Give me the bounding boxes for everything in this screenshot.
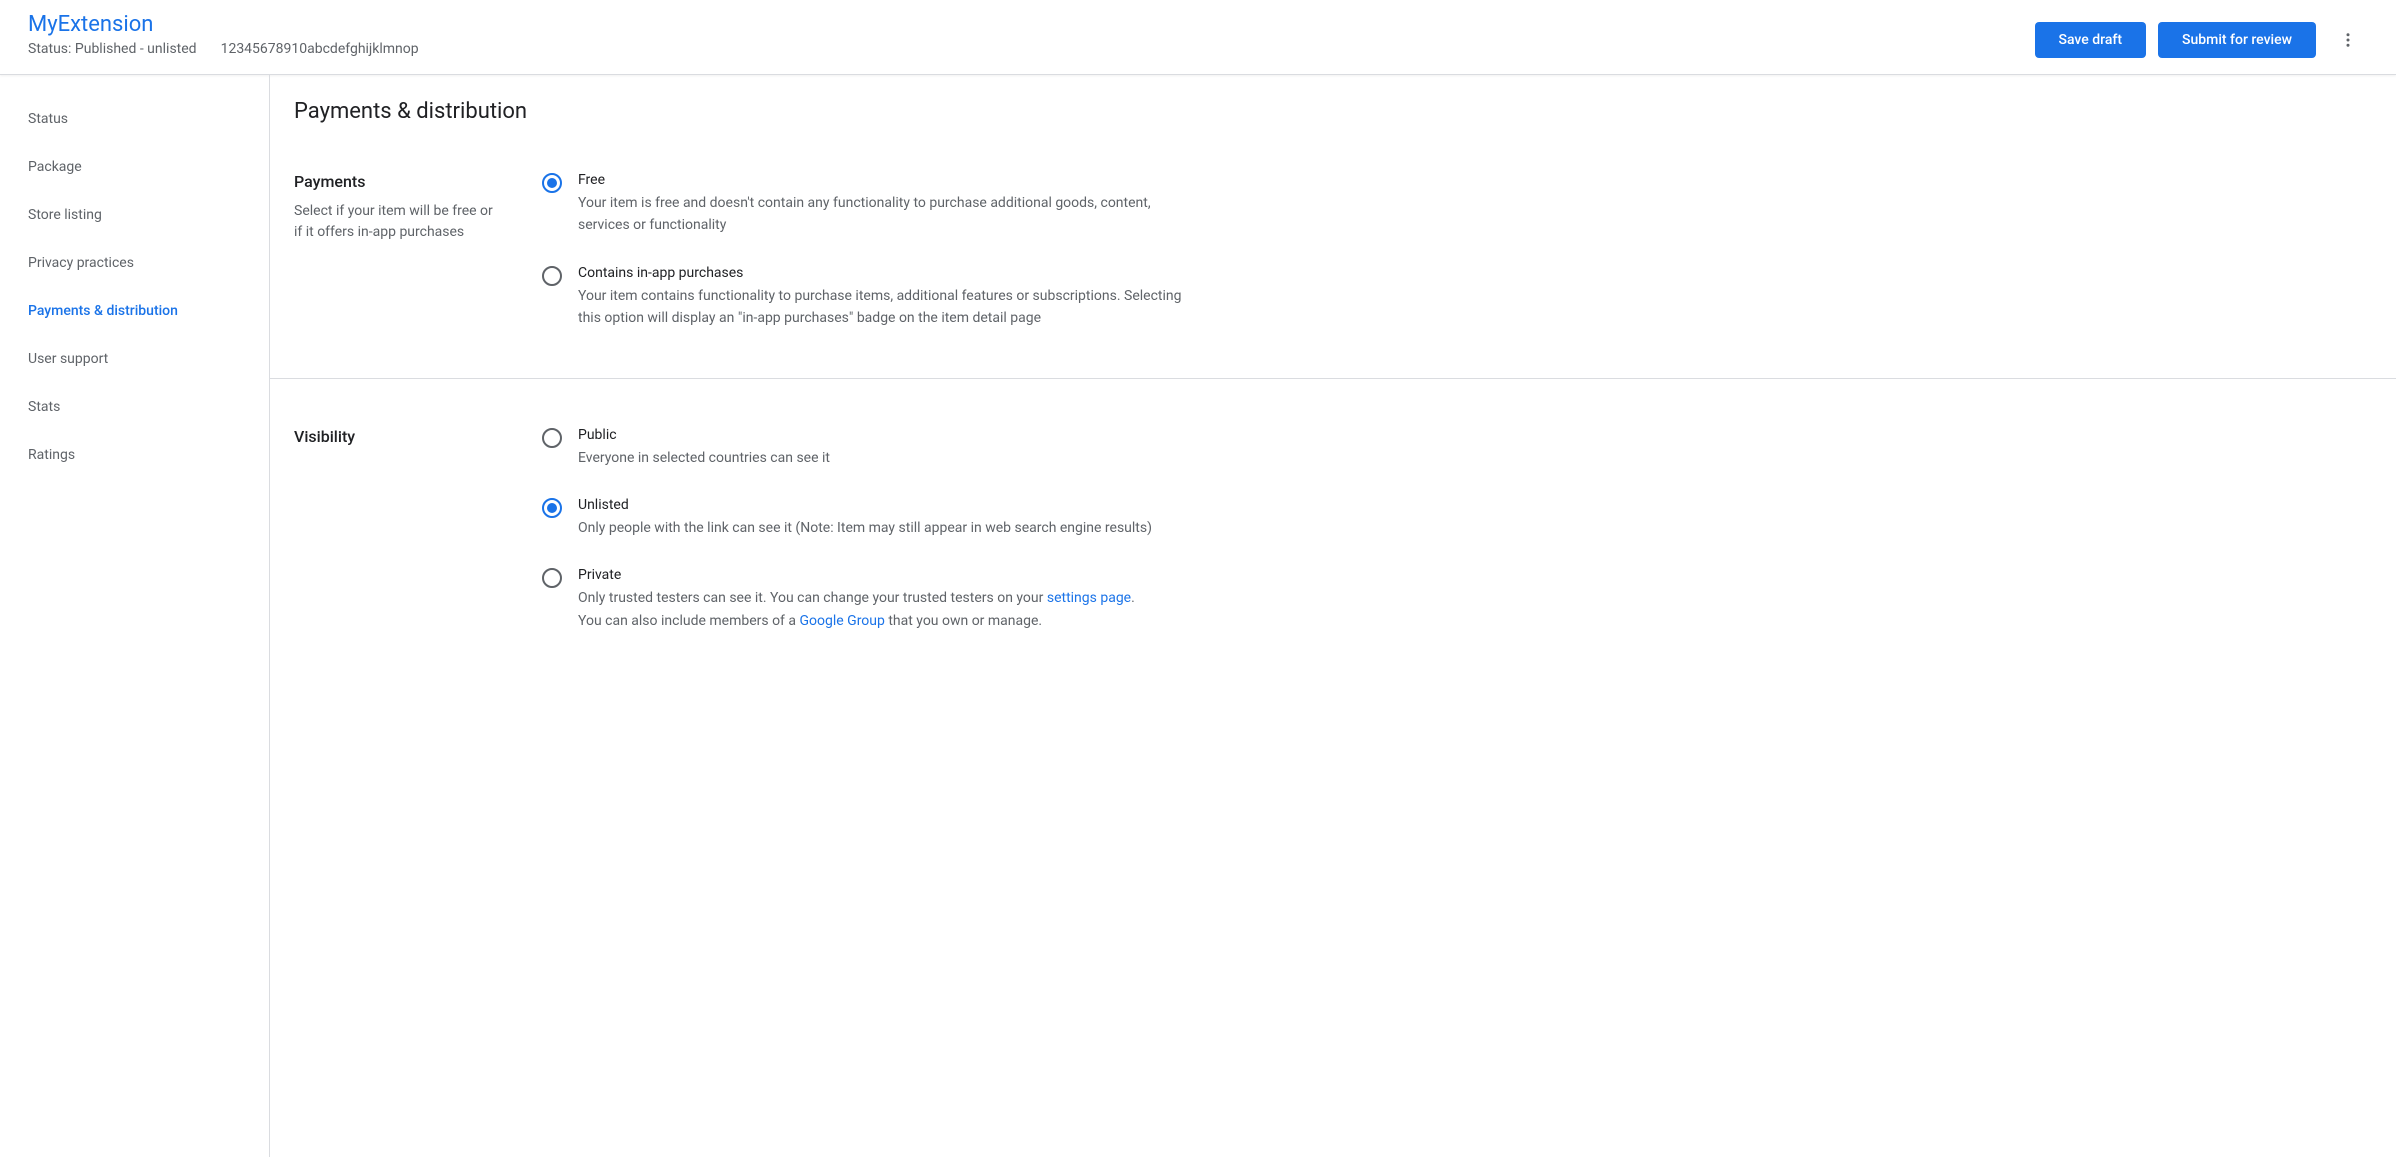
radio-iap[interactable] bbox=[542, 266, 562, 286]
more-vert-icon bbox=[2339, 31, 2357, 49]
payments-heading: Payments bbox=[294, 172, 494, 191]
option-free-title: Free bbox=[578, 172, 1182, 188]
option-free-desc: Your item is free and doesn't contain an… bbox=[578, 192, 1182, 237]
option-iap-title: Contains in-app purchases bbox=[578, 265, 1182, 281]
sidebar-item-stats[interactable]: Stats bbox=[0, 383, 269, 431]
visibility-option-unlisted[interactable]: Unlisted Only people with the link can s… bbox=[542, 497, 1182, 539]
visibility-option-public[interactable]: Public Everyone in selected countries ca… bbox=[542, 427, 1182, 469]
payment-option-free[interactable]: Free Your item is free and doesn't conta… bbox=[542, 172, 1182, 237]
more-menu-button[interactable] bbox=[2328, 20, 2368, 60]
option-iap-desc: Your item contains functionality to purc… bbox=[578, 285, 1182, 330]
radio-public[interactable] bbox=[542, 428, 562, 448]
main-content: Payments & distribution Payments Select … bbox=[270, 75, 2396, 1157]
payments-subheading: Select if your item will be free or if i… bbox=[294, 201, 494, 243]
settings-page-link[interactable]: settings page bbox=[1047, 590, 1131, 606]
item-id: 12345678910abcdefghijklmnop bbox=[221, 41, 419, 57]
option-free-text: Free Your item is free and doesn't conta… bbox=[578, 172, 1182, 237]
option-private-text: Private Only trusted testers can see it.… bbox=[578, 567, 1182, 632]
option-public-desc: Everyone in selected countries can see i… bbox=[578, 447, 1182, 469]
header-actions: Save draft Submit for review bbox=[2035, 20, 2368, 60]
sidebar-item-package[interactable]: Package bbox=[0, 143, 269, 191]
option-public-title: Public bbox=[578, 427, 1182, 443]
header-meta: Status: Published - unlisted 12345678910… bbox=[28, 41, 419, 57]
private-desc-mid: . bbox=[1131, 590, 1135, 606]
option-private-desc: Only trusted testers can see it. You can… bbox=[578, 587, 1182, 632]
private-desc-prefix: Only trusted testers can see it. You can… bbox=[578, 590, 1047, 606]
visibility-label-column: Visibility bbox=[294, 427, 494, 633]
sidebar-item-status[interactable]: Status bbox=[0, 95, 269, 143]
option-unlisted-desc: Only people with the link can see it (No… bbox=[578, 517, 1182, 539]
radio-free[interactable] bbox=[542, 173, 562, 193]
header-bar: MyExtension Status: Published - unlisted… bbox=[0, 0, 2396, 75]
payments-section: Payments Select if your item will be fre… bbox=[270, 124, 2396, 379]
save-draft-button[interactable]: Save draft bbox=[2035, 22, 2147, 58]
sidebar-item-ratings[interactable]: Ratings bbox=[0, 431, 269, 479]
sidebar-item-payments-distribution[interactable]: Payments & distribution bbox=[0, 287, 269, 335]
payments-label-column: Payments Select if your item will be fre… bbox=[294, 172, 494, 330]
sidebar: Status Package Store listing Privacy pra… bbox=[0, 75, 270, 1157]
private-desc-second: You can also include members of a bbox=[578, 613, 799, 629]
visibility-option-private[interactable]: Private Only trusted testers can see it.… bbox=[542, 567, 1182, 632]
radio-private[interactable] bbox=[542, 568, 562, 588]
visibility-options: Public Everyone in selected countries ca… bbox=[542, 427, 1182, 633]
submit-review-button[interactable]: Submit for review bbox=[2158, 22, 2316, 58]
option-unlisted-text: Unlisted Only people with the link can s… bbox=[578, 497, 1182, 539]
sidebar-item-store-listing[interactable]: Store listing bbox=[0, 191, 269, 239]
option-unlisted-title: Unlisted bbox=[578, 497, 1182, 513]
layout: Status Package Store listing Privacy pra… bbox=[0, 75, 2396, 1157]
option-iap-text: Contains in-app purchases Your item cont… bbox=[578, 265, 1182, 330]
visibility-section: Visibility Public Everyone in selected c… bbox=[270, 379, 2396, 681]
option-public-text: Public Everyone in selected countries ca… bbox=[578, 427, 1182, 469]
option-private-title: Private bbox=[578, 567, 1182, 583]
status-text: Status: Published - unlisted bbox=[28, 41, 197, 57]
payments-options: Free Your item is free and doesn't conta… bbox=[542, 172, 1182, 330]
sidebar-item-user-support[interactable]: User support bbox=[0, 335, 269, 383]
sidebar-item-privacy[interactable]: Privacy practices bbox=[0, 239, 269, 287]
page-title: Payments & distribution bbox=[270, 75, 2396, 124]
payment-option-iap[interactable]: Contains in-app purchases Your item cont… bbox=[542, 265, 1182, 330]
private-desc-suffix: that you own or manage. bbox=[885, 613, 1042, 629]
app-title[interactable]: MyExtension bbox=[28, 12, 419, 37]
header-left: MyExtension Status: Published - unlisted… bbox=[28, 12, 419, 57]
visibility-heading: Visibility bbox=[294, 427, 494, 446]
radio-unlisted[interactable] bbox=[542, 498, 562, 518]
google-group-link[interactable]: Google Group bbox=[799, 613, 884, 629]
